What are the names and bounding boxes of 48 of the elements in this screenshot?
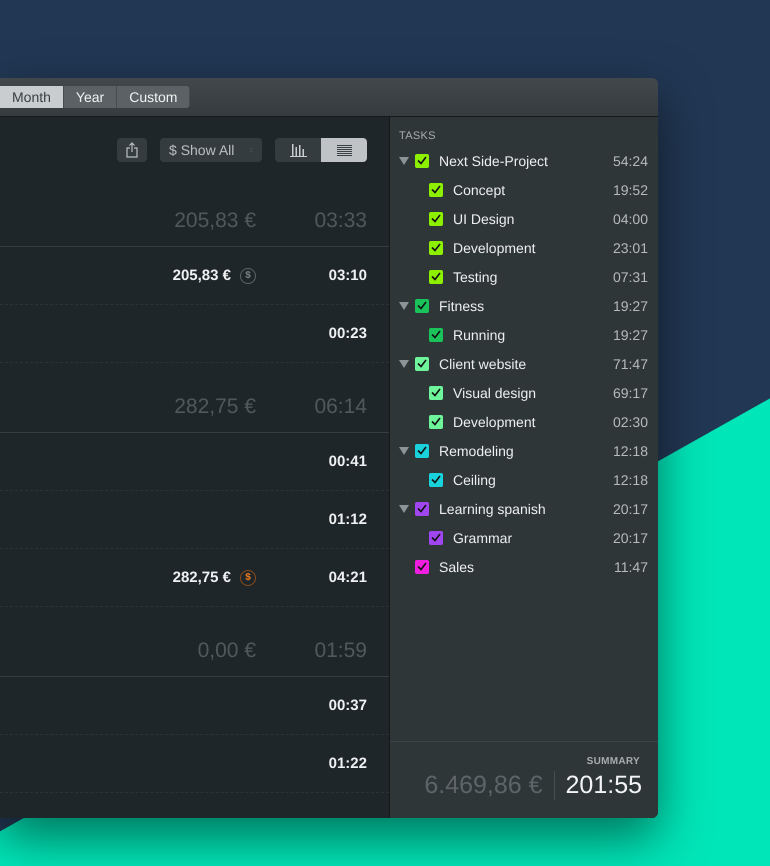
task-name: Testing bbox=[453, 268, 498, 284]
task-name: Grammar bbox=[453, 530, 514, 546]
task-name: UI Design bbox=[453, 210, 516, 226]
task-name: Concept bbox=[453, 182, 506, 198]
entry-duration: 01:22 bbox=[328, 755, 367, 772]
entry-duration: 04:21 bbox=[328, 569, 367, 586]
entry-amount: 205,83 € bbox=[172, 267, 231, 284]
task-time: 12:18 bbox=[612, 442, 648, 458]
range-tab[interactable]: Custom bbox=[117, 86, 190, 108]
task-time: 19:27 bbox=[612, 326, 648, 342]
task-name: Client website bbox=[439, 356, 528, 372]
entry-duration: 00:37 bbox=[328, 697, 367, 714]
task-time: 23:01 bbox=[612, 240, 648, 256]
task-name: Next Side-Project bbox=[439, 152, 549, 168]
task-time: 11:47 bbox=[614, 558, 648, 574]
entry-duration: 00:41 bbox=[328, 453, 367, 470]
task-name: Sales bbox=[439, 558, 476, 574]
task-time: 02:30 bbox=[612, 414, 648, 430]
task-name: Remodeling bbox=[439, 442, 515, 458]
task-name: Learning spanish bbox=[439, 500, 547, 516]
task-time: 69:17 bbox=[612, 384, 648, 400]
summary-duration: 201:55 bbox=[564, 771, 642, 800]
entry-amount: 282,75 € bbox=[172, 569, 231, 586]
entry-duration: 03:10 bbox=[328, 267, 367, 284]
task-time: 71:47 bbox=[612, 356, 648, 372]
filter-popup[interactable]: $ Show All bbox=[160, 138, 262, 162]
entry-duration: 00:23 bbox=[328, 325, 367, 342]
coin-icon[interactable]: $ bbox=[240, 268, 256, 284]
task-time: 20:17 bbox=[612, 500, 648, 516]
summary-label: SUMMARY bbox=[586, 756, 640, 767]
task-time: 07:31 bbox=[612, 268, 648, 284]
range-tab[interactable]: Year bbox=[64, 86, 118, 108]
task-time: 19:52 bbox=[612, 182, 648, 198]
task-name: Development bbox=[453, 240, 536, 256]
task-name: Development bbox=[453, 414, 536, 430]
entry-duration: 01:12 bbox=[328, 511, 367, 528]
task-name: Ceiling bbox=[453, 472, 497, 488]
coin-icon[interactable]: $ bbox=[240, 570, 256, 586]
task-time: 04:00 bbox=[612, 210, 648, 226]
task-time: 54:24 bbox=[612, 152, 648, 168]
range-tab[interactable]: Month bbox=[0, 86, 64, 108]
task-name: Fitness bbox=[439, 298, 486, 314]
task-time: 19:27 bbox=[612, 298, 648, 314]
task-name: Running bbox=[453, 326, 506, 342]
task-time: 20:17 bbox=[612, 530, 648, 546]
task-name: Visual design bbox=[453, 384, 538, 400]
task-time: 12:18 bbox=[612, 472, 648, 488]
tasks-heading: TASKS bbox=[399, 130, 437, 142]
